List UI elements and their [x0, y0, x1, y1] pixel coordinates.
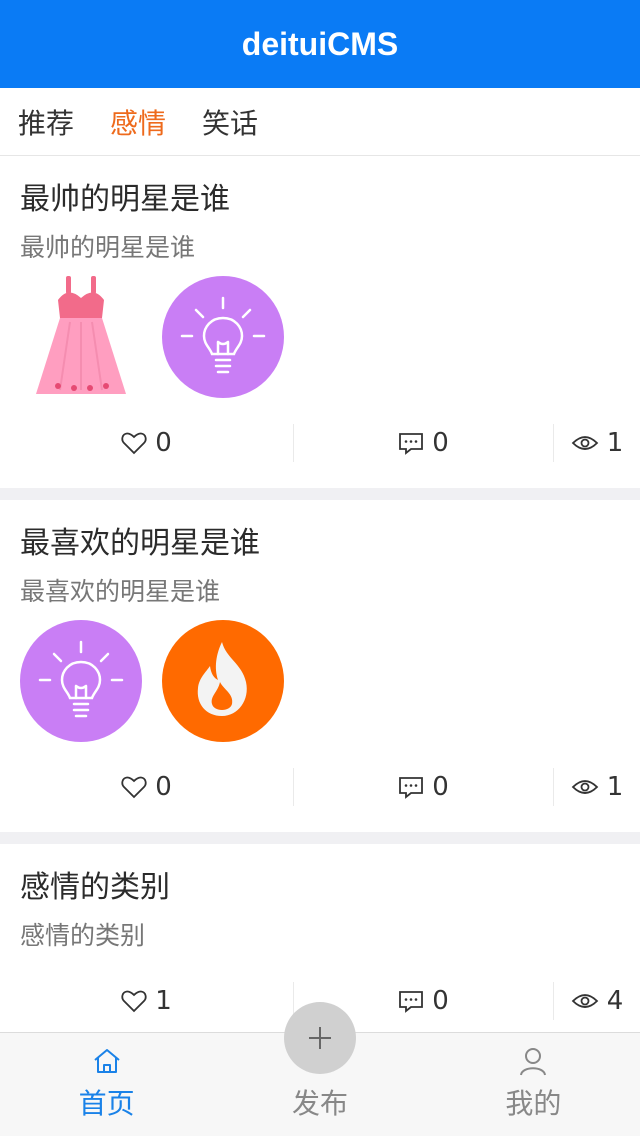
- like-stat[interactable]: 0: [0, 424, 294, 462]
- view-count: 1: [606, 772, 624, 802]
- post-description: 最喜欢的明星是谁: [20, 577, 221, 606]
- category-tabs: 推荐 感情 笑话: [0, 88, 640, 156]
- comment-count: 0: [432, 772, 449, 802]
- post-images: [20, 620, 620, 742]
- tab-emotion[interactable]: 感情: [110, 102, 166, 142]
- eye-icon: [571, 780, 598, 794]
- post-title: 最喜欢的明星是谁: [20, 526, 260, 561]
- like-count: 0: [155, 428, 172, 458]
- comment-stat[interactable]: 0: [294, 768, 554, 806]
- view-stat: 4: [554, 982, 640, 1020]
- app-header: deituiCMS: [0, 0, 640, 88]
- like-stat[interactable]: 1: [0, 982, 294, 1020]
- like-count: 1: [155, 986, 172, 1016]
- post-stats: 0 0 1: [0, 742, 640, 832]
- view-stat: 1: [554, 424, 640, 462]
- post-stats: 0 0 1: [0, 398, 640, 488]
- app-title: deituiCMS: [241, 25, 399, 62]
- post-feed[interactable]: 最帅的明星是谁 最帅的明星是谁 0 0 1 最喜欢的明星是谁 最喜欢的明星是谁 …: [0, 156, 640, 1032]
- post-images: [20, 276, 620, 398]
- tabbar-mine-label: 我的: [505, 1087, 562, 1120]
- comment-count: 0: [432, 428, 449, 458]
- comment-icon: [399, 433, 424, 455]
- comment-icon: [399, 991, 424, 1013]
- tabbar-home-label: 首页: [78, 1087, 135, 1120]
- post-title: 最帅的明星是谁: [20, 182, 230, 217]
- heart-icon: [121, 432, 147, 455]
- like-count: 0: [155, 772, 172, 802]
- user-icon: [519, 1044, 547, 1078]
- fire-icon[interactable]: [162, 620, 284, 742]
- tabbar-home[interactable]: 首页: [0, 1033, 213, 1136]
- post-description: 感情的类别: [20, 921, 146, 950]
- post-title: 感情的类别: [20, 870, 170, 905]
- view-count: 4: [606, 986, 624, 1016]
- heart-icon: [121, 990, 147, 1013]
- heart-icon: [121, 776, 147, 799]
- tab-jokes[interactable]: 笑话: [202, 102, 258, 142]
- comment-icon: [399, 777, 424, 799]
- tabbar-publish-label: 发布: [291, 1087, 348, 1120]
- lightbulb-icon[interactable]: [20, 620, 142, 742]
- publish-button[interactable]: [284, 1002, 356, 1074]
- eye-icon: [571, 994, 598, 1008]
- comment-stat[interactable]: 0: [294, 424, 554, 462]
- post-card[interactable]: 最喜欢的明星是谁 最喜欢的明星是谁 0 0 1: [0, 500, 640, 832]
- post-card[interactable]: 最帅的明星是谁 最帅的明星是谁 0 0 1: [0, 156, 640, 488]
- dress-icon[interactable]: [20, 276, 142, 398]
- comment-count: 0: [432, 986, 449, 1016]
- home-icon: [92, 1044, 122, 1078]
- view-count: 1: [606, 428, 624, 458]
- eye-icon: [571, 436, 598, 450]
- view-stat: 1: [554, 768, 640, 806]
- post-description: 最帅的明星是谁: [20, 233, 196, 262]
- like-stat[interactable]: 0: [0, 768, 294, 806]
- tabbar-mine[interactable]: 我的: [427, 1033, 640, 1136]
- plus-icon: [309, 1027, 331, 1049]
- tab-recommend[interactable]: 推荐: [18, 102, 74, 142]
- lightbulb-icon[interactable]: [162, 276, 284, 398]
